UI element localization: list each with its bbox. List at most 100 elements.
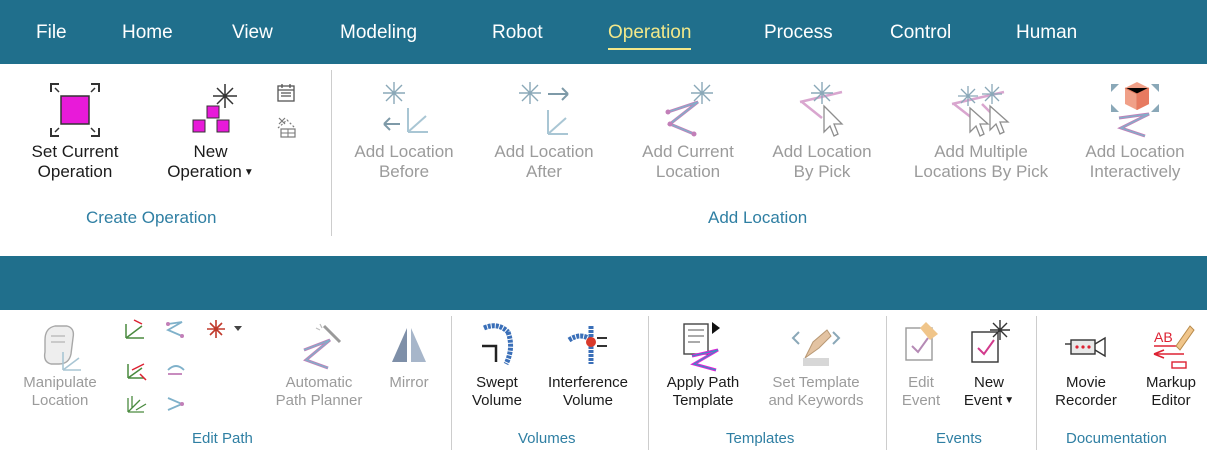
dropdown-arrow-icon: ▼	[243, 166, 254, 178]
add-current-location-icon	[665, 82, 713, 137]
add-location-by-pick-label-1: Add Location	[772, 142, 872, 161]
menu-operation-label: Operation	[608, 22, 692, 43]
edit-path-tool-3[interactable]	[122, 392, 148, 414]
operation-tree-button[interactable]	[275, 114, 299, 138]
menu-home[interactable]: Home	[122, 22, 173, 44]
add-location-before-label-1: Add Location	[354, 142, 454, 161]
group-separator	[451, 316, 452, 450]
set-current-operation-label-1: Set Current	[31, 142, 119, 161]
menu-robot[interactable]: Robot	[492, 22, 543, 44]
path-order-icon	[165, 321, 184, 338]
apply-path-template-button[interactable]: Apply Path Template	[654, 318, 752, 410]
add-location-after-label-2: After	[526, 162, 562, 182]
add-location-after-button[interactable]: Add Location After	[470, 78, 618, 183]
svg-text:AB: AB	[1154, 329, 1173, 345]
set-current-operation-label-2: Operation	[37, 162, 113, 182]
automatic-path-planner-label-1: Automatic	[285, 374, 353, 391]
interference-volume-icon	[567, 326, 607, 364]
add-location-interactively-button[interactable]: Add Location Interactively	[1068, 78, 1202, 183]
new-operation-button[interactable]: New Operation ▼	[148, 80, 273, 183]
edit-path-tool-6[interactable]	[162, 392, 188, 414]
manipulate-location-label-2: Location	[31, 392, 89, 409]
documentation-group-label: Documentation	[1066, 430, 1167, 447]
menu-process[interactable]: Process	[764, 22, 833, 44]
new-event-label-1: New	[973, 374, 1004, 391]
snap-frame-icon	[127, 396, 147, 413]
add-location-group-label: Add Location	[708, 208, 808, 227]
properties-icon	[277, 84, 295, 102]
markup-editor-button[interactable]: AB Markup Editor	[1136, 318, 1206, 410]
axis-frame-icon	[125, 319, 144, 339]
automatic-path-planner-button[interactable]: Automatic Path Planner	[266, 318, 372, 410]
path-loop-icon	[167, 397, 185, 411]
apply-path-template-label-2: Template	[672, 392, 734, 409]
new-event-button[interactable]: New Event ▼	[950, 318, 1028, 410]
menu-modeling[interactable]: Modeling	[340, 22, 417, 44]
edit-event-label-2: Event	[901, 392, 941, 409]
add-multiple-locations-label-1: Add Multiple	[934, 142, 1028, 161]
add-multiple-locations-label-2: Locations By Pick	[913, 162, 1049, 182]
add-current-location-label-1: Add Current	[642, 142, 734, 161]
operation-tree-icon	[277, 117, 296, 138]
add-current-location-label-2: Location	[655, 162, 721, 182]
manipulate-location-button[interactable]: Manipulate Location	[14, 318, 106, 410]
interference-volume-label-2: Volume	[562, 392, 614, 409]
new-event-label-2-text: Event	[963, 392, 1003, 409]
swept-volume-label-1: Swept	[476, 374, 518, 391]
edit-path-tool-1[interactable]	[122, 318, 148, 340]
swept-volume-button[interactable]: Swept Volume	[460, 318, 534, 410]
mirror-button[interactable]: Mirror	[378, 318, 440, 392]
new-operation-label-2: Operation ▼	[148, 162, 273, 182]
interference-volume-button[interactable]: Interference Volume	[534, 318, 642, 410]
movie-recorder-label-2: Recorder	[1055, 392, 1117, 409]
add-multiple-locations-by-pick-button[interactable]: Add Multiple Locations By Pick	[896, 78, 1066, 183]
operation-properties-button[interactable]	[275, 82, 297, 104]
set-template-keywords-label-1: Set Template	[772, 374, 860, 391]
set-template-keywords-icon	[791, 329, 841, 366]
set-template-keywords-label-2: and Keywords	[768, 392, 864, 409]
new-event-icon	[971, 320, 1010, 363]
edit-path-tool-4[interactable]	[162, 318, 188, 340]
edit-path-tool-5[interactable]	[162, 360, 188, 382]
ribbon-operation-lower: Manipulate Location Automatic Path Plann…	[0, 312, 1207, 452]
menu-human[interactable]: Human	[1016, 22, 1077, 44]
set-current-operation-button[interactable]: Set Current Operation	[10, 80, 140, 183]
active-tab-underline	[608, 48, 692, 50]
add-location-by-pick-button[interactable]: Add Location By Pick	[754, 78, 890, 183]
add-location-before-button[interactable]: Add Location Before	[343, 78, 465, 183]
menu-control[interactable]: Control	[890, 22, 951, 44]
menu-bar: File Home View Modeling Robot Operation …	[0, 0, 1207, 64]
menu-file[interactable]: File	[36, 22, 67, 44]
edit-path-tool-2[interactable]	[122, 360, 148, 382]
interference-volume-label-1: Interference	[547, 374, 629, 391]
path-planner-icon	[303, 323, 342, 370]
create-operation-group-label: Create Operation	[86, 208, 217, 227]
edit-event-icon	[905, 322, 938, 361]
menu-operation[interactable]: Operation	[608, 22, 692, 50]
new-operation-label-2-text: Operation	[167, 162, 242, 182]
add-location-before-icon	[383, 82, 428, 133]
markup-editor-icon: AB	[1153, 325, 1195, 369]
group-separator	[648, 316, 649, 450]
flip-frame-icon	[127, 363, 147, 381]
mirror-label: Mirror	[389, 374, 429, 391]
add-location-after-label-1: Add Location	[494, 142, 594, 161]
edit-event-button[interactable]: Edit Event	[892, 318, 950, 410]
swept-volume-icon	[482, 323, 514, 366]
edit-event-label-1: Edit	[908, 374, 934, 391]
movie-recorder-button[interactable]: Movie Recorder	[1040, 318, 1132, 410]
edit-path-group-label: Edit Path	[192, 430, 253, 447]
add-location-interactively-label-2: Interactively	[1089, 162, 1181, 182]
set-template-keywords-button[interactable]: Set Template and Keywords	[752, 318, 880, 410]
markup-editor-label-1: Markup	[1145, 374, 1197, 391]
add-current-location-button[interactable]: Add Current Location	[624, 78, 752, 183]
menu-view[interactable]: View	[232, 22, 273, 44]
templates-group-label: Templates	[726, 430, 795, 447]
movie-recorder-label-1: Movie	[1065, 374, 1106, 391]
ribbon-separator-band	[0, 256, 1207, 310]
group-separator	[331, 70, 332, 236]
edit-path-tool-7[interactable]	[202, 318, 246, 340]
add-multiple-locations-icon	[951, 84, 1010, 137]
new-operation-icon	[192, 84, 237, 133]
events-group-label: Events	[936, 430, 982, 447]
